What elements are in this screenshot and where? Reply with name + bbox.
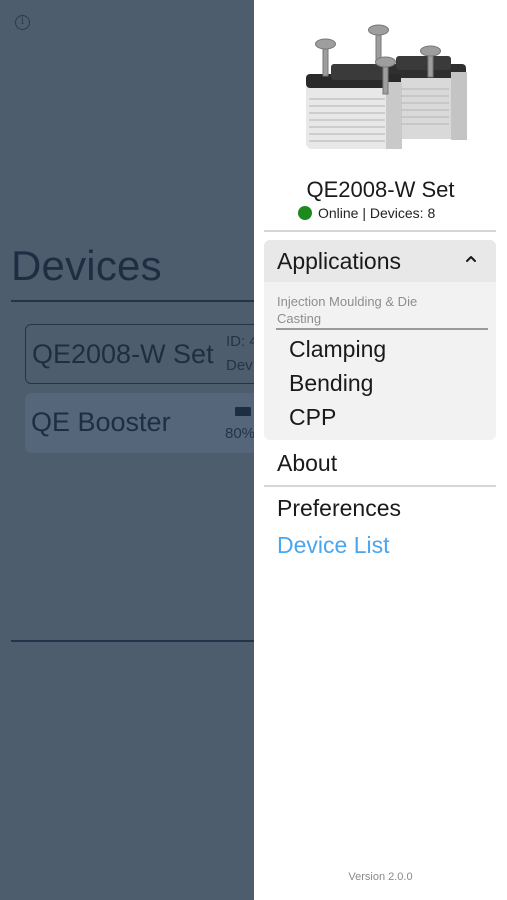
applications-header[interactable]: Applications [264, 240, 496, 282]
divider [276, 328, 488, 330]
battery-icon [235, 407, 251, 416]
info-icon[interactable]: i [15, 15, 30, 30]
menu-item-bending[interactable]: Bending [289, 370, 373, 397]
status-text: Online | Devices: 8 [318, 205, 436, 221]
status-indicator-icon [298, 206, 312, 220]
chevron-up-icon [466, 256, 476, 262]
menu-item-about[interactable]: About [277, 450, 337, 477]
device-id: ID: 4 [226, 333, 258, 350]
menu-item-preferences[interactable]: Preferences [277, 495, 401, 522]
applications-label: Applications [277, 248, 402, 274]
page-title: Devices [11, 242, 162, 289]
applications-section: Applications Injection Moulding & Die Ca… [264, 240, 496, 440]
device-name: QE2008-W Set [32, 339, 214, 369]
version-label: Version 2.0.0 [348, 871, 413, 883]
menu-item-cpp[interactable]: CPP [289, 404, 336, 431]
device-name: QE Booster [31, 407, 171, 437]
menu-item-device-list[interactable]: Device List [277, 532, 389, 559]
side-drawer: QE2008-W Set Online | Devices: 8 Applica… [254, 0, 507, 900]
battery-level: 80% [225, 425, 256, 442]
device-title: QE2008-W Set [306, 177, 455, 202]
divider [264, 485, 496, 487]
divider [264, 230, 496, 232]
product-image [306, 24, 467, 149]
menu-item-clamping[interactable]: Clamping [289, 336, 386, 363]
connection-status: Online | Devices: 8 [298, 205, 435, 221]
device-meta: Dev [226, 357, 253, 374]
application-group-label: Injection Moulding & Die Casting [277, 294, 418, 326]
